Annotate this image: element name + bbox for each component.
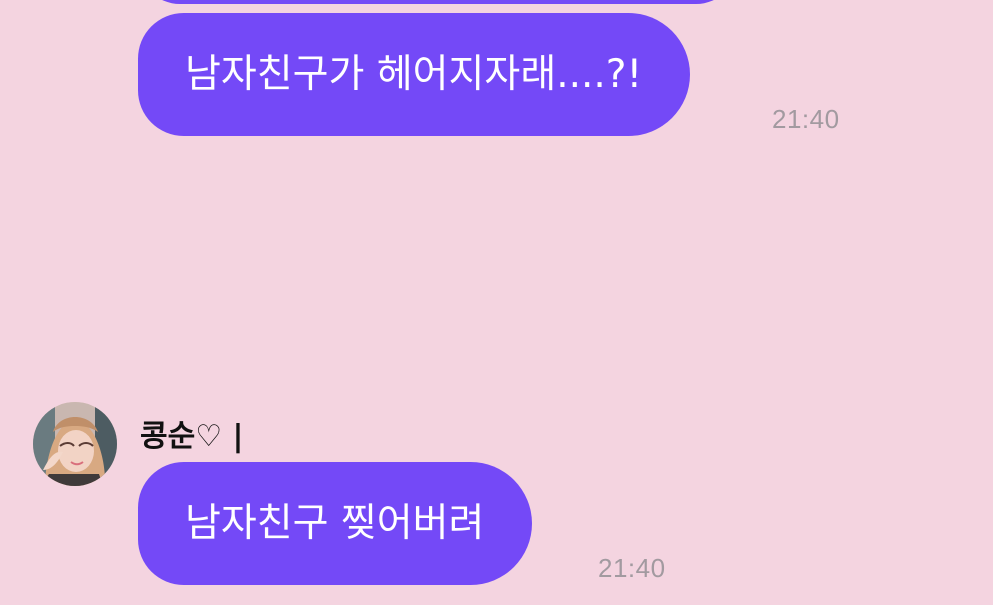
incoming-message-time: 21:40 (598, 553, 666, 583)
chat-conversation: 남자친구가 헤어지자래....?! 21:40 콩순♡ | 남자친구 찢어버려 … (0, 0, 993, 605)
outgoing-message-time: 21:40 (772, 104, 840, 134)
incoming-message-bubble[interactable]: 남자친구 찢어버려 (138, 462, 533, 585)
avatar-photo-icon (33, 402, 117, 486)
incoming-message-text: 남자친구 찢어버려 (185, 501, 485, 546)
sender-avatar[interactable] (33, 402, 117, 486)
outgoing-message-bubble[interactable]: 남자친구가 헤어지자래....?! (138, 13, 691, 136)
previous-message-bubble[interactable] (138, 0, 738, 4)
sender-name: 콩순♡ | (140, 419, 244, 454)
outgoing-message-text: 남자친구가 헤어지자래....?! (185, 52, 643, 97)
